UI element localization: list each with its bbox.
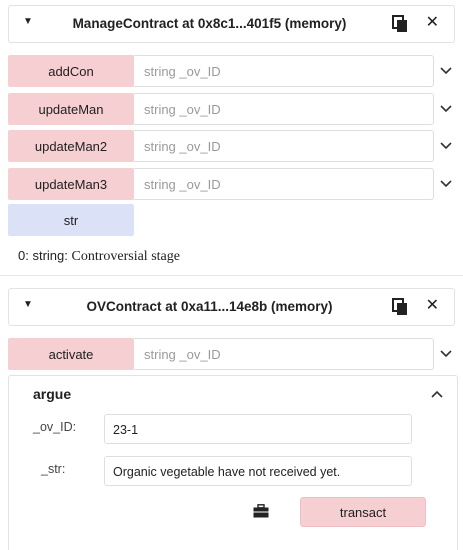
contract-title: OVContract at 0xa11...14e8b (memory) [86, 299, 333, 314]
output-value: Controversial stage [71, 249, 180, 264]
activate-input[interactable]: string _ov_ID [134, 338, 434, 370]
expanded-function-argue: argue _ov_ID: 23-1 _str: Organic vegetab… [8, 375, 458, 550]
str-call-button[interactable]: str [8, 204, 134, 236]
function-name: argue [33, 386, 72, 402]
function-row-updateman3: updateMan3 string _ov_ID [8, 168, 458, 200]
caret-down-icon[interactable]: ▼ [23, 16, 33, 27]
divider [0, 275, 463, 276]
updateman2-input[interactable]: string _ov_ID [134, 130, 434, 162]
output-prefix: 0: string: [18, 248, 68, 263]
updateman2-button[interactable]: updateMan2 [8, 130, 134, 162]
updateman3-input[interactable]: string _ov_ID [134, 168, 434, 200]
function-row-updateman: updateMan string _ov_ID [8, 93, 458, 125]
copy-icon[interactable] [392, 298, 408, 316]
updateman-input[interactable]: string _ov_ID [134, 93, 434, 125]
function-row-activate: activate string _ov_ID [8, 338, 458, 370]
chevron-up-icon[interactable] [431, 388, 443, 400]
contract-header-ovcontract[interactable]: ▼ OVContract at 0xa11...14e8b (memory) ✕ [8, 288, 455, 326]
param-label-str: _str: [41, 462, 66, 476]
function-row-updateman2: updateMan2 string _ov_ID [8, 130, 458, 162]
copy-icon[interactable] [392, 15, 408, 33]
updateman-button[interactable]: updateMan [8, 93, 134, 125]
chevron-down-icon[interactable] [440, 65, 452, 77]
caret-down-icon[interactable]: ▼ [23, 299, 33, 310]
addcon-button[interactable]: addCon [8, 55, 134, 87]
chevron-down-icon[interactable] [440, 103, 452, 115]
str-field[interactable]: Organic vegetable have not received yet. [104, 456, 412, 486]
function-row-addcon: addCon string _ov_ID [8, 55, 458, 87]
contract-header-managecontract[interactable]: ▼ ManageContract at 0x8c1...401f5 (memor… [8, 5, 455, 43]
updateman3-button[interactable]: updateMan3 [8, 168, 134, 200]
param-label-ov-id: _ov_ID: [33, 420, 77, 434]
contract-title: ManageContract at 0x8c1...401f5 (memory) [72, 16, 347, 31]
close-icon[interactable]: ✕ [426, 14, 439, 32]
briefcase-icon [253, 504, 269, 518]
transact-button[interactable]: transact [300, 497, 426, 527]
chevron-down-icon[interactable] [440, 178, 452, 190]
ov-id-field[interactable]: 23-1 [104, 414, 412, 444]
addcon-input[interactable]: string _ov_ID [134, 55, 434, 87]
call-output: 0: string: Controversial stage [18, 248, 180, 265]
activate-button[interactable]: activate [8, 338, 134, 370]
close-icon[interactable]: ✕ [426, 297, 439, 315]
chevron-down-icon[interactable] [440, 348, 452, 360]
chevron-down-icon[interactable] [440, 140, 452, 152]
function-row-str: str [8, 204, 458, 236]
